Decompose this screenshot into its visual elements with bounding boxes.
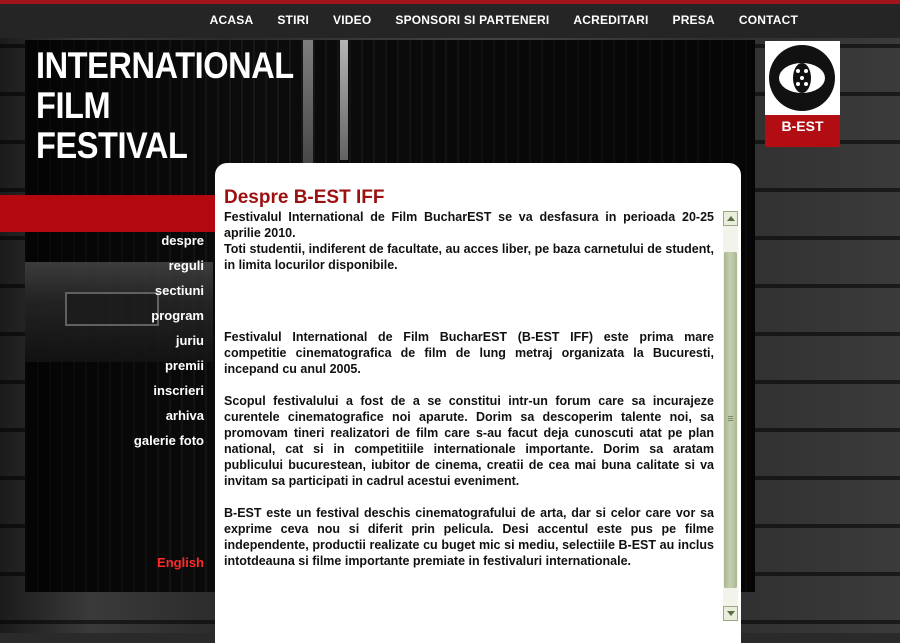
- language-link-english[interactable]: English: [25, 555, 204, 570]
- content-paragraph: Festivalul International de Film BucharE…: [224, 210, 714, 240]
- main-nav: ACASA STIRI VIDEO SPONSORI SI PARTENERI …: [198, 12, 810, 28]
- logo-text: B-EST: [765, 115, 840, 137]
- header-light-stripe: [303, 40, 313, 165]
- nav-acasa[interactable]: ACASA: [198, 12, 266, 28]
- sidebar-item-program[interactable]: program: [25, 303, 204, 328]
- festival-title-line: FILM: [36, 85, 111, 126]
- festival-title: INTERNATIONAL FILM FESTIVAL: [36, 46, 294, 166]
- sidebar-red-band: [0, 195, 216, 232]
- festival-title-line: INTERNATIONAL: [36, 45, 294, 86]
- sidebar-item-juriu[interactable]: juriu: [25, 328, 204, 353]
- header-light-stripe: [340, 40, 348, 160]
- sidebar-item-inscrieri[interactable]: inscrieri: [25, 378, 204, 403]
- scrollbar-thumb[interactable]: [724, 252, 737, 588]
- content-panel: Despre B-EST IFF Festivalul Internationa…: [215, 163, 741, 643]
- content-paragraph: Festivalul International de Film BucharE…: [224, 330, 714, 376]
- scroll-up-button[interactable]: [723, 211, 738, 226]
- nav-sponsori[interactable]: SPONSORI SI PARTENERI: [383, 12, 561, 28]
- nav-contact[interactable]: CONTACT: [727, 12, 810, 28]
- nav-presa[interactable]: PRESA: [660, 12, 726, 28]
- sidebar-item-galerie-foto[interactable]: galerie foto: [25, 428, 204, 453]
- sidebar-item-reguli[interactable]: reguli: [25, 253, 204, 278]
- nav-stiri[interactable]: STIRI: [265, 12, 321, 28]
- content-scrollbar[interactable]: [723, 211, 738, 621]
- content-paragraph: B-EST este un festival deschis cinematog…: [224, 506, 714, 568]
- nav-acreditari[interactable]: ACREDITARI: [561, 12, 660, 28]
- sidebar-item-despre[interactable]: despre: [25, 228, 204, 253]
- content-text: Festivalul International de Film BucharE…: [224, 209, 714, 639]
- sidebar-item-premii[interactable]: premii: [25, 353, 204, 378]
- best-logo[interactable]: B-EST: [765, 41, 840, 147]
- sidebar-menu: despre reguli sectiuni program juriu pre…: [25, 228, 204, 453]
- festival-title-line: FESTIVAL: [36, 125, 188, 166]
- nav-video[interactable]: VIDEO: [321, 12, 383, 28]
- content-paragraph: Scopul festivalului a fost de a se const…: [224, 394, 714, 488]
- eye-film-reel-icon: [769, 45, 835, 111]
- content-paragraph: Toti studentii, indiferent de facultate,…: [224, 242, 714, 272]
- sidebar-item-arhiva[interactable]: arhiva: [25, 403, 204, 428]
- scroll-down-button[interactable]: [723, 606, 738, 621]
- chevron-down-icon: [727, 611, 735, 616]
- sidebar-item-sectiuni[interactable]: sectiuni: [25, 278, 204, 303]
- page-title: Despre B-EST IFF: [224, 187, 385, 208]
- chevron-up-icon: [727, 216, 735, 221]
